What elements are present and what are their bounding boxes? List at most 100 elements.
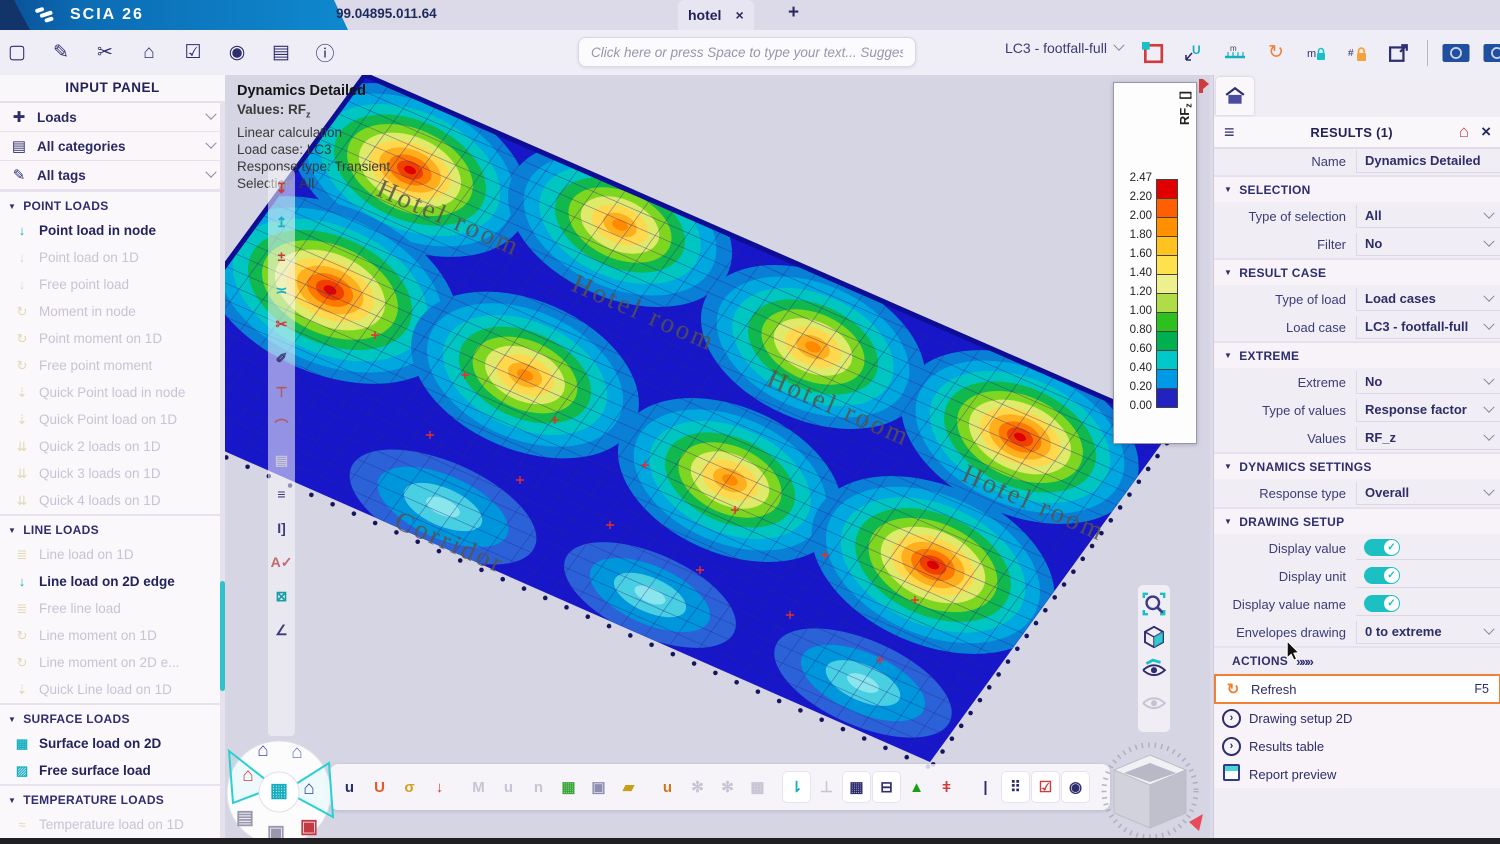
mesh-results-icon[interactable]: ▦ (555, 772, 582, 802)
navigation-cube[interactable] (1093, 735, 1210, 844)
point-load-up-tool-icon[interactable]: ↥ (271, 210, 293, 234)
section-selection[interactable]: ▼SELECTION (1214, 175, 1500, 202)
load-item-line-moment-on-1d[interactable]: ↻Line moment on 1D (0, 622, 225, 649)
selection-check-icon[interactable]: ☑ (1032, 772, 1059, 802)
filter-all-tags[interactable]: ✎All tags (0, 161, 225, 190)
mesh-cube-icon[interactable]: ▩ (744, 772, 771, 802)
section-dynamics-settings[interactable]: ▼DYNAMICS SETTINGS (1214, 452, 1500, 479)
camera-view-2-icon[interactable] (1482, 38, 1500, 68)
field-value-display-value[interactable]: ✓ (1356, 537, 1500, 560)
section-drawing-setup[interactable]: ▼DRAWING SETUP (1214, 507, 1500, 534)
node-deformation-icon[interactable]: u (654, 772, 681, 802)
field-value-envelopes-drawing[interactable]: 0 to extreme (1356, 621, 1500, 644)
load-plus-tool-icon[interactable]: ± (271, 244, 293, 268)
visibility-filter-icon[interactable]: ◉ (1062, 772, 1089, 802)
field-value-display-value-name[interactable]: ✓ (1356, 593, 1500, 616)
filter-loads[interactable]: ✚Loads (0, 103, 225, 132)
pin-panel-icon[interactable]: ⌂ (1459, 122, 1469, 142)
help-assistant-icon[interactable]: ⓘ (310, 38, 340, 68)
check-labels-tool-icon[interactable]: A✓ (271, 550, 293, 574)
mesh-hide-icon[interactable]: ⊟ (873, 772, 900, 802)
section-extreme[interactable]: ▼EXTREME (1214, 341, 1500, 368)
lock-numbering-icon[interactable]: # (1343, 38, 1373, 68)
field-value-values[interactable]: RF_z (1356, 427, 1500, 450)
calculation-gears-f-icon[interactable]: ✻ (714, 772, 741, 802)
section-temperature-loads[interactable]: ▼TEMPERATURE LOADS (0, 784, 225, 811)
load-item-moment-in-node[interactable]: ↻Moment in node (0, 298, 225, 325)
field-value-display-unit[interactable]: ✓ (1356, 565, 1500, 588)
field-value-type-of-load[interactable]: Load cases (1356, 288, 1500, 311)
load-item-free-point-load[interactable]: ↓Free point load (0, 271, 225, 298)
point-load-tool-icon[interactable]: ↧ (271, 176, 293, 200)
load-item-point-load-on-1d[interactable]: ↓Point load on 1D (0, 244, 225, 271)
visibility-off-icon[interactable] (1142, 691, 1166, 715)
supports-display-icon[interactable]: ⊥ (813, 772, 840, 802)
load-item-point-load-in-node[interactable]: ↓Point load in node (0, 217, 225, 244)
action-report-preview[interactable]: Report preview (1214, 760, 1500, 788)
new-tab-button[interactable]: + (788, 2, 799, 24)
arch-tool-icon[interactable]: ⌒ (271, 414, 293, 438)
load-case-dropdown[interactable]: LC3 - footfall-full (1005, 40, 1123, 56)
delete-result-tool-icon[interactable]: ⊠ (271, 584, 293, 608)
displacement-u-icon[interactable]: U (1179, 38, 1209, 68)
refresh-model-icon[interactable]: ↻ (1261, 38, 1291, 68)
load-item-free-line-load[interactable]: ≣Free line load (0, 595, 225, 622)
load-item-free-point-moment[interactable]: ↻Free point moment (0, 352, 225, 379)
mesh-display-icon[interactable]: ▦ (843, 772, 870, 802)
panel-tool-icon[interactable]: ▤ (271, 448, 293, 472)
lock-model-icon[interactable]: m (1302, 38, 1332, 68)
load-item-point-moment-on-1d[interactable]: ↻Point moment on 1D (0, 325, 225, 352)
load-item-line-load-on-2d-edge[interactable]: ↓Line load on 2D edge (0, 568, 225, 595)
field-value-filter[interactable]: No (1356, 233, 1500, 256)
load-display-icon[interactable]: ⇂ (783, 772, 810, 802)
scia-logo[interactable]: SCIA 26 (0, 0, 334, 30)
load-item-surface-load-on-2d[interactable]: ▦Surface load on 2D (0, 730, 225, 757)
line-load-tool-icon[interactable]: ≍ (271, 278, 293, 302)
results-tab[interactable] (1216, 77, 1254, 115)
field-value-extreme[interactable]: No (1356, 371, 1500, 394)
slider-marker-icon[interactable]: ǂ (933, 772, 960, 802)
load-item-quick-2-loads-on-1d[interactable]: ⇊Quick 2 loads on 1D (0, 433, 225, 460)
section-results-icon[interactable]: ▲ (903, 772, 930, 802)
tools-icon[interactable]: ✂ (90, 38, 120, 68)
view-cube-icon[interactable] (1142, 625, 1166, 649)
zoom-selection-icon[interactable] (1142, 592, 1166, 616)
model-house-blue-1[interactable]: ⌂ (257, 740, 268, 762)
model-house-teal[interactable]: ⌂ (303, 778, 314, 800)
load-item-free-surface-load[interactable]: ▨Free surface load (0, 757, 225, 784)
cut-tool-icon[interactable]: ✂ (271, 312, 293, 336)
toggle-display-value-name[interactable]: ✓ (1364, 595, 1400, 612)
field-value-response-type[interactable]: Overall (1356, 482, 1500, 505)
structure-model-icon[interactable]: ⌂ (134, 38, 164, 68)
panel-close-icon[interactable]: × (1481, 122, 1491, 142)
moment-m-icon[interactable]: M (465, 772, 492, 802)
model-house-red[interactable]: ⌂ (242, 765, 253, 787)
field-value-load-case[interactable]: LC3 - footfall-full (1356, 316, 1500, 339)
u-greyed-icon[interactable]: u (495, 772, 522, 802)
reaction-pin-icon[interactable]: ↓ (426, 772, 453, 802)
center-grid-button[interactable]: ▦ (270, 780, 288, 803)
visibility-brush-icon[interactable] (1142, 658, 1166, 682)
n-greyed-icon[interactable]: n (525, 772, 552, 802)
tab-close-icon[interactable]: × (735, 7, 743, 23)
viewport-3d[interactable]: Hotel roomHotel roomHotel roomHotel room… (225, 75, 1210, 844)
fullscreen-icon[interactable] (1384, 38, 1414, 68)
slab-results-icon[interactable]: ▰ (615, 772, 642, 802)
section-surface-loads[interactable]: ▼SURFACE LOADS (0, 703, 225, 730)
selection-frame-icon[interactable] (1138, 38, 1168, 68)
action-results-table[interactable]: ›Results table (1214, 732, 1500, 760)
book-manual-icon[interactable]: ▤ (266, 38, 296, 68)
u-deformation-icon[interactable]: U (366, 772, 393, 802)
load-item-quick-point-load-on-1d[interactable]: ⇣Quick Point load on 1D (0, 406, 225, 433)
load-item-line-load-on-1d[interactable]: ≣Line load on 1D (0, 541, 225, 568)
section-result-case[interactable]: ▼RESULT CASE (1214, 258, 1500, 285)
field-value-type-of-values[interactable]: Response factor (1356, 399, 1500, 422)
filter-all-categories[interactable]: ▤All categories (0, 132, 225, 161)
field-value-type-of-selection[interactable]: All (1356, 205, 1500, 228)
search-input[interactable] (578, 37, 916, 67)
tab-hotel[interactable]: hotel × (678, 0, 754, 30)
load-item-line-moment-on-2d-e[interactable]: ↻Line moment on 2D e... (0, 649, 225, 676)
layers-tool-icon[interactable]: ≡ (271, 482, 293, 506)
load-item-quick-4-loads-on-1d[interactable]: ⇊Quick 4 loads on 1D (0, 487, 225, 514)
field-value-name[interactable]: Dynamics Detailed (1356, 150, 1500, 173)
